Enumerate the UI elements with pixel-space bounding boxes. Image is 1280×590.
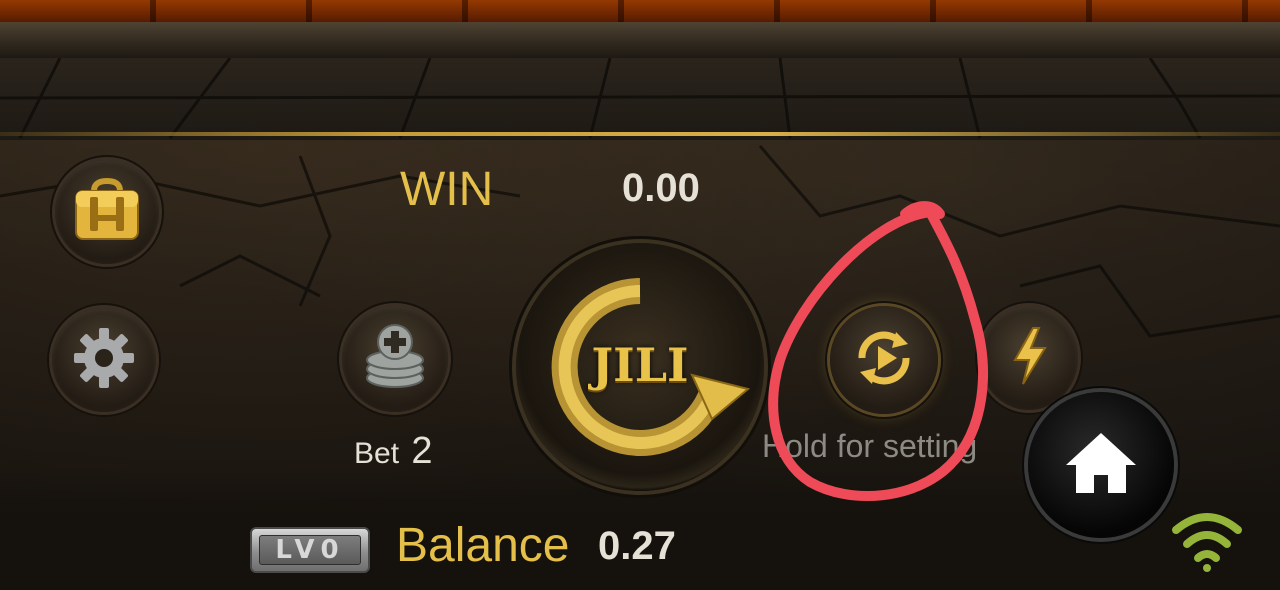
turbo-button[interactable] (980, 306, 1078, 410)
win-label: WIN (400, 163, 494, 216)
balance-value: 0.27 (598, 524, 676, 568)
game-screen: WIN 0.00 Bet 2 JILI Hold for setting LV0… (0, 0, 1280, 590)
win-value: 0.00 (622, 166, 700, 210)
gear-icon (72, 326, 136, 395)
balance-label: Balance (396, 519, 570, 572)
auto-spin-icon (848, 322, 920, 399)
bet-value: 2 (411, 430, 433, 472)
auto-spin-hint: Hold for setting (762, 428, 978, 464)
coin-stack-plus-icon (360, 322, 430, 397)
stone-floor (0, 58, 1280, 140)
jili-logo: JILI (591, 338, 689, 392)
briefcase-icon (72, 177, 142, 248)
home-button[interactable] (1028, 392, 1174, 538)
level-badge: LV0 (250, 527, 370, 573)
top-trim (0, 22, 1280, 60)
bet-label: Bet (354, 437, 400, 470)
spin-button[interactable]: JILI (516, 243, 764, 491)
bet-display: Bet 2 (354, 430, 433, 473)
lightning-icon (1009, 326, 1049, 391)
wifi-icon (1170, 508, 1244, 577)
top-ledge (0, 0, 1280, 22)
settings-button[interactable] (52, 308, 156, 412)
home-icon (1064, 431, 1138, 500)
bet-button[interactable] (342, 306, 448, 412)
level-text: LV0 (259, 535, 361, 565)
auto-spin-button[interactable] (830, 306, 938, 414)
bag-button[interactable] (55, 160, 159, 264)
